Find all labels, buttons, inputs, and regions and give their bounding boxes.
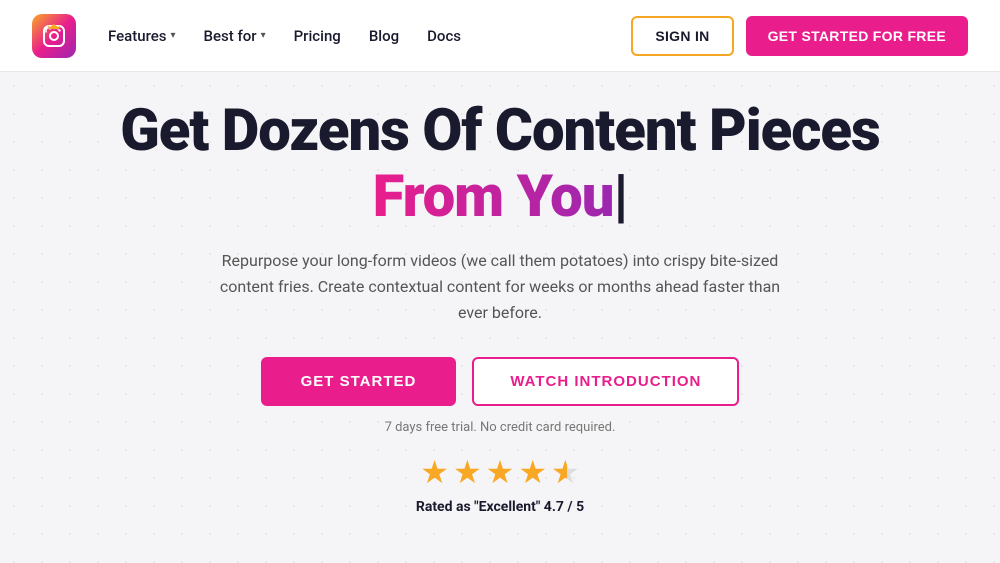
hero-cta-row: GET STARTED WATCH INTRODUCTION [120, 357, 880, 406]
nav-item-docs[interactable]: Docs [427, 27, 461, 45]
logo[interactable] [32, 14, 76, 58]
nav-links: Features ▾ Best for ▾ Pricing Blog [108, 27, 461, 45]
watch-introduction-button[interactable]: WATCH INTRODUCTION [472, 357, 739, 406]
navbar: Features ▾ Best for ▾ Pricing Blog [0, 0, 1000, 72]
rating-text: Rated as "Excellent" 4.7 / 5 [120, 499, 880, 515]
star-5-half: ★ ★ [551, 453, 580, 491]
hero-title-line2-wrap: From You| [120, 164, 880, 231]
get-started-button[interactable]: GET STARTED [261, 357, 457, 406]
nav-right: SIGN IN GET STARTED FOR FREE [631, 16, 968, 56]
star-1: ★ [420, 453, 449, 491]
nav-link-features[interactable]: Features ▾ [108, 27, 176, 45]
logo-svg [42, 24, 66, 48]
chevron-down-icon: ▾ [170, 30, 175, 41]
hero-description: Repurpose your long-form videos (we call… [210, 248, 790, 325]
stars-row: ★ ★ ★ ★ ★ ★ [120, 453, 880, 491]
hero-cursor: | [614, 164, 628, 231]
hero-title-line2: From You [373, 164, 614, 231]
signin-button[interactable]: SIGN IN [631, 16, 733, 56]
nav-link-docs[interactable]: Docs [427, 27, 461, 45]
nav-item-blog[interactable]: Blog [369, 27, 399, 45]
star-3: ★ [486, 453, 515, 491]
trial-text: 7 days free trial. No credit card requir… [120, 420, 880, 435]
hero-content: Get Dozens Of Content Pieces From You| R… [120, 100, 880, 515]
chevron-down-icon: ▾ [261, 30, 266, 41]
logo-icon [32, 14, 76, 58]
nav-item-bestfor[interactable]: Best for ▾ [204, 27, 266, 45]
nav-link-blog[interactable]: Blog [369, 27, 399, 45]
hero-title: Get Dozens Of Content Pieces From You| [120, 100, 880, 230]
hero-title-line1: Get Dozens Of Content Pieces [120, 100, 880, 164]
nav-item-pricing[interactable]: Pricing [294, 27, 341, 45]
star-2: ★ [453, 453, 482, 491]
nav-link-pricing[interactable]: Pricing [294, 27, 341, 45]
star-4: ★ [518, 453, 547, 491]
hero-section: Get Dozens Of Content Pieces From You| R… [0, 72, 1000, 563]
nav-left: Features ▾ Best for ▾ Pricing Blog [32, 14, 461, 58]
get-started-nav-button[interactable]: GET STARTED FOR FREE [746, 16, 968, 56]
nav-item-features[interactable]: Features ▾ [108, 27, 176, 45]
nav-link-bestfor[interactable]: Best for ▾ [204, 27, 266, 45]
